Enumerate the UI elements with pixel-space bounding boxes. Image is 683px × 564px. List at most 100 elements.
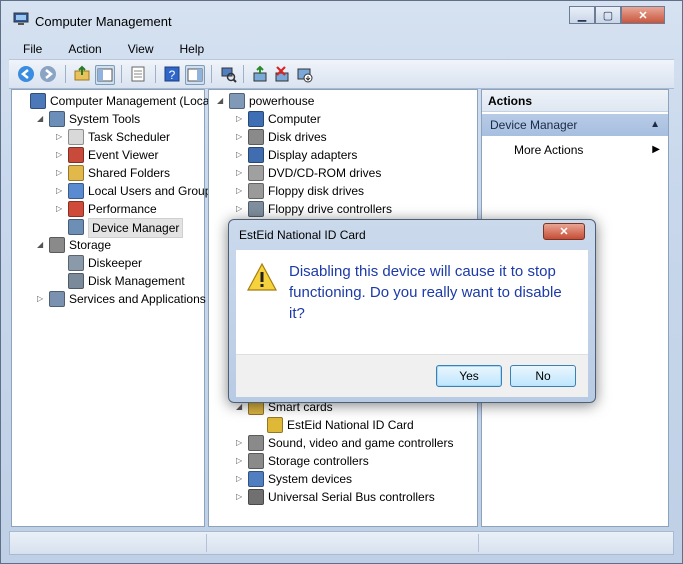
collapse-icon[interactable]: ◢ [37,241,45,249]
expand-icon[interactable]: ▷ [236,115,244,123]
menu-help[interactable]: Help [166,42,217,56]
disable-device-icon[interactable] [295,65,313,83]
expand-icon[interactable]: ▷ [236,187,244,195]
menu-view[interactable]: View [114,42,166,56]
close-button[interactable]: ✕ [621,6,665,24]
menu-action[interactable]: Action [54,42,113,56]
display-adapter-icon [248,147,264,163]
tree-item-label: Local Users and Groups [88,184,218,198]
tree-item[interactable]: ▷ DVD/CD-ROM drives [209,164,477,182]
tree-item[interactable]: ▷ Floppy disk drives [209,182,477,200]
disable-device-dialog: EstEid National ID Card ✕ Disabling this… [228,219,596,403]
computer-icon [229,93,245,109]
expand-icon[interactable]: ▷ [236,205,244,213]
sound-icon [248,435,264,451]
minimize-button[interactable]: ▁ [569,6,595,24]
title-bar[interactable]: Computer Management ▁ ▢ ✕ [1,1,682,39]
tree-item[interactable]: EstEid National ID Card [209,416,477,434]
tree-item-label: DVD/CD-ROM drives [268,166,382,180]
tree-item[interactable]: Disk Management [12,272,204,290]
tree-item[interactable]: ▷ Display adapters [209,146,477,164]
console-tree: Computer Management (Local ◢ System Tools ▷… [11,89,217,527]
help-icon[interactable]: ? [163,65,181,83]
tree-item[interactable]: ▷ Universal Serial Bus controllers [209,488,477,506]
tree-item-label: Computer [268,112,321,126]
tree-item[interactable]: ◢ Storage [12,236,204,254]
tree-item[interactable]: Device Manager [12,218,204,238]
scan-hardware-icon[interactable] [219,65,237,83]
menu-file[interactable]: File [9,42,54,56]
more-actions-item[interactable]: More Actions ▶ [514,140,664,160]
tree-item[interactable]: ▷ Storage controllers [209,452,477,470]
tree-item-label: Floppy disk drives [268,184,365,198]
expand-icon[interactable]: ▷ [56,151,64,159]
forward-icon[interactable] [39,65,57,83]
actions-device-manager-section[interactable]: Device Manager ▲ [482,114,668,136]
tree-item[interactable]: ▷ Event Viewer [12,146,204,164]
users-icon [68,183,84,199]
toolbar: ? [9,59,674,89]
expand-icon[interactable]: ▷ [236,457,244,465]
svg-text:?: ? [169,68,176,82]
submenu-arrow-icon: ▶ [652,144,660,155]
more-actions-label: More Actions [514,143,584,157]
expand-icon[interactable]: ▷ [56,133,64,141]
tree-item-label: Universal Serial Bus controllers [268,490,435,504]
expand-icon[interactable]: ▷ [236,169,244,177]
up-folder-icon[interactable] [73,65,91,83]
collapse-icon[interactable]: ◢ [217,97,225,105]
tree-item-label: Floppy drive controllers [268,202,393,216]
tree-item-label: Computer Management (Local [50,94,213,108]
tree-item-label: Services and Applications [69,292,206,306]
floppy-icon [248,183,264,199]
actions-section-label: Device Manager [490,118,578,132]
tree-item-label: Storage controllers [268,454,369,468]
tree-item-label: Storage [69,238,112,252]
expand-icon[interactable]: ▷ [236,439,244,447]
properties-icon[interactable] [129,65,147,83]
expand-icon[interactable]: ▷ [236,151,244,159]
disk-drive-icon [248,129,264,145]
disk-management-icon [68,273,84,289]
tree-item[interactable]: Diskeeper [12,254,204,272]
tree-item[interactable]: ▷ Task Scheduler [12,128,204,146]
tree-item[interactable]: ▷ Disk drives [209,128,477,146]
tree-item[interactable]: Computer Management (Local [12,92,212,110]
tree-item-label: System Tools [69,112,141,126]
collapse-icon[interactable]: ◢ [37,115,45,123]
uninstall-icon[interactable] [273,65,291,83]
show-hide-tree-icon[interactable] [95,65,115,85]
expand-icon[interactable]: ▷ [37,295,45,303]
tree-item[interactable]: ▷ Floppy drive controllers [209,200,477,218]
no-button[interactable]: No [510,365,576,387]
expand-icon[interactable]: ▷ [236,133,244,141]
expand-icon[interactable]: ▷ [56,205,64,213]
tree-item[interactable]: ▷ Computer [209,110,477,128]
maximize-button[interactable]: ▢ [595,6,621,24]
tree-item-label: Device Manager [88,218,184,238]
update-driver-icon[interactable] [251,65,269,83]
menu-bar: File Action View Help [9,39,674,59]
id-card-icon [267,417,283,433]
collapse-icon[interactable]: ◢ [236,403,244,411]
expand-icon[interactable]: ▷ [236,475,244,483]
expand-icon[interactable]: ▷ [236,493,244,501]
event-viewer-icon [68,147,84,163]
tree-item[interactable]: ▷ Services and Applications [12,290,206,308]
tree-item[interactable]: ▷ Sound, video and game controllers [209,434,477,452]
tree-item[interactable]: ▷ System devices [209,470,477,488]
back-icon[interactable] [17,65,35,83]
tree-item[interactable]: ▷ Performance [12,200,204,218]
tree-item[interactable]: ▷ Shared Folders [12,164,204,182]
yes-button[interactable]: Yes [436,365,502,387]
collapse-up-icon[interactable]: ▲ [650,114,660,136]
expand-icon[interactable]: ▷ [56,169,64,177]
dialog-body: Disabling this device will cause it to s… [236,250,588,354]
tree-item-label: Event Viewer [88,148,159,162]
dialog-close-button[interactable]: ✕ [543,223,585,240]
tree-item[interactable]: ◢ powerhouse [209,92,477,110]
tree-item[interactable]: ▷ Local Users and Groups [12,182,217,200]
tree-item[interactable]: ◢ System Tools [12,110,204,128]
expand-icon[interactable]: ▷ [56,187,64,195]
show-hide-action-pane-icon[interactable] [185,65,205,85]
